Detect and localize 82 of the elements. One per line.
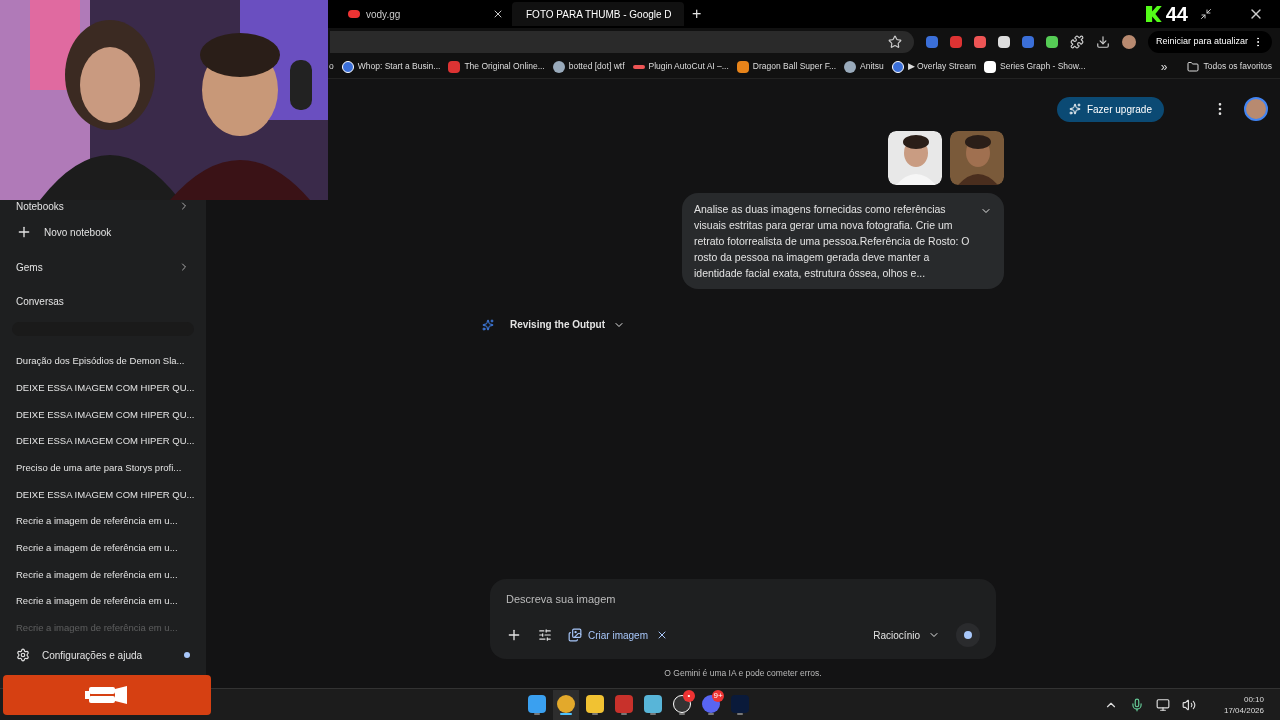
extension-icon[interactable] (1045, 35, 1058, 48)
conversation-item[interactable]: Recrie a imagem de referência em u... (0, 561, 206, 589)
site-icon (984, 60, 997, 73)
close-icon[interactable] (492, 8, 504, 20)
site-icon (736, 60, 749, 73)
more-bookmarks[interactable]: » (1160, 57, 1168, 76)
thinking-status[interactable]: Revising the Output (510, 317, 625, 332)
section-heading: Conversas (15, 294, 65, 309)
taskbar-button[interactable]: • (669, 689, 695, 720)
conversation-item[interactable]: Recrie a imagem de referência em u... (0, 534, 206, 562)
k-logo-icon (1145, 6, 1162, 22)
sidebar-item[interactable]: Novo notebook (0, 222, 206, 242)
download-icon[interactable] (1095, 34, 1110, 49)
bookmark[interactable]: Plugin AutoCut AI –... (632, 60, 729, 73)
globe-icon (341, 60, 354, 73)
settings-icon (16, 648, 30, 662)
video-icon (348, 10, 360, 18)
conversation-item[interactable]: DEIXE ESSA IMAGEM COM HIPER QU... (0, 401, 206, 429)
conversation-item[interactable]: DEIXE ESSA IMAGEM COM HIPER QU... (0, 481, 206, 509)
start-icon (528, 694, 546, 713)
stop-button[interactable] (956, 623, 980, 648)
bookmark[interactable]: Dragon Ball Super F... (736, 60, 836, 73)
sidebar-item[interactable]: Notebooks (0, 196, 206, 216)
sparkle-icon (1068, 103, 1081, 115)
camera-icon (85, 684, 129, 706)
clock[interactable]: 00:10 17/04/2026 (1223, 693, 1264, 716)
network-icon[interactable] (1155, 697, 1170, 712)
plus-icon (16, 224, 32, 240)
taskbar-button[interactable] (553, 689, 579, 720)
update-button[interactable]: Reiniciar para atualizar (1147, 30, 1272, 53)
extensions-icon[interactable] (1069, 34, 1084, 49)
settings-item[interactable]: Configurações e ajuda (0, 642, 206, 668)
address-field[interactable] (330, 30, 914, 53)
bookmark[interactable]: o (329, 60, 334, 73)
bookmark[interactable]: Whop: Start a Busin... (341, 60, 441, 73)
conversation-item[interactable]: Recrie a imagem de referência em u... (0, 508, 206, 535)
app-icon (557, 694, 575, 713)
conversation-item[interactable]: Preciso de uma arte para Storys profi... (0, 454, 206, 482)
app-icon (731, 694, 749, 713)
browser-tab[interactable]: FOTO PARA THUMB - Google D (512, 2, 684, 26)
extension-icon[interactable] (997, 35, 1010, 48)
prompt-text: Analise as duas imagens fornecidas como referências visuais estritas para gerar uma nova fotografia. Crie um retrato fotorrealista de uma pessoa.Referência de Rosto: O rosto da pessoa na imagem gerada deve manter a identidade facial exata, estrutura óssea, olhos e... (694, 202, 971, 281)
folder-icon (1187, 60, 1200, 73)
app-icon (586, 694, 604, 713)
app-icon (644, 694, 662, 713)
bookmark[interactable]: botted [dot] wtf (552, 60, 625, 73)
viewer-count: 44 (1165, 2, 1188, 27)
conversation-item[interactable]: DEIXE ESSA IMAGEM COM HIPER QU... (0, 374, 206, 402)
conversation-item[interactable]: DEIXE ESSA IMAGEM COM HIPER QU... (0, 428, 206, 455)
tool-chip[interactable]: Criar imagem (568, 627, 648, 643)
dots-icon (632, 64, 645, 69)
disclaimer: O Gemini é uma IA e pode cometer erros. (663, 667, 823, 680)
bookmark[interactable]: The Original Online... (448, 60, 545, 73)
spark-icon (482, 318, 494, 331)
upgrade-button[interactable]: Fazer upgrade (1056, 96, 1164, 122)
tab-title: FOTO PARA THUMB - Google D (526, 7, 672, 22)
globe-icon (891, 60, 904, 73)
tab-title: vody.gg (366, 7, 402, 22)
bookmark[interactable]: Series Graph - Show... (984, 60, 1086, 73)
microphone-icon[interactable] (1129, 697, 1144, 712)
sidebar-item[interactable]: Gems (0, 257, 206, 277)
conversation-item[interactable]: Recrie a imagem de referência em u... (0, 588, 206, 615)
site-icon (448, 60, 461, 73)
mode-dropdown[interactable]: Raciocínio (873, 627, 940, 643)
conversation-item[interactable]: Duração dos Episódios de Demon Sla... (0, 348, 206, 375)
volume-icon[interactable] (1181, 697, 1196, 712)
bookmark[interactable]: Anitsu (844, 60, 884, 73)
taskbar-button[interactable]: 9+ (698, 689, 724, 720)
app-icon (702, 694, 720, 713)
profile-avatar[interactable] (1121, 34, 1136, 49)
all-bookmarks[interactable]: Todos os favoritos (1187, 60, 1272, 73)
bookmark[interactable]: ▶ Overlay Stream (891, 60, 977, 73)
new-tab-button[interactable]: + (692, 2, 702, 26)
restore-icon[interactable] (1200, 8, 1212, 20)
tools-icon[interactable] (538, 628, 552, 643)
bookmark-star-icon[interactable] (887, 34, 902, 49)
image-icon (568, 628, 582, 643)
prompt-input[interactable]: Descreva sua imagem (506, 590, 980, 608)
app-icon (615, 694, 633, 713)
notification-badge: • (683, 689, 695, 702)
profile-avatar[interactable] (1244, 97, 1268, 121)
notification-badge: 9+ (712, 689, 724, 702)
